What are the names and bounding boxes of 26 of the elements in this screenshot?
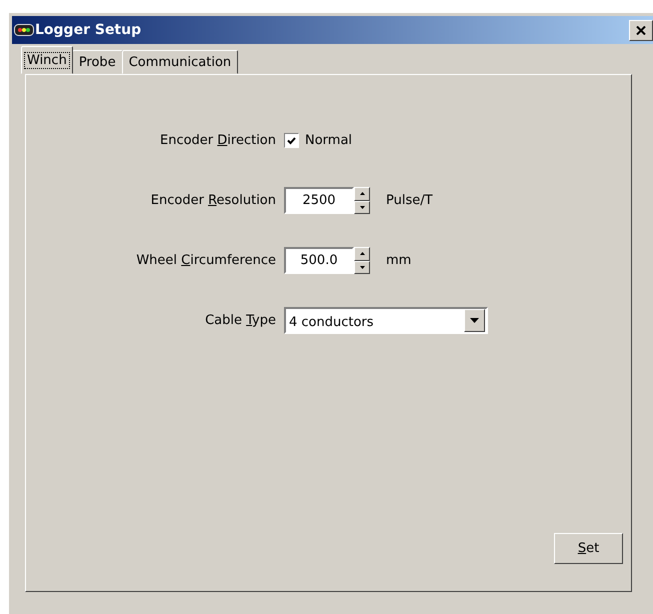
unit-label: mm	[386, 253, 412, 268]
up-arrow-icon	[360, 252, 364, 256]
checkbox-label: Normal	[305, 133, 352, 148]
close-button[interactable]	[629, 20, 653, 40]
dropdown-arrow-icon	[470, 318, 479, 323]
down-arrow-icon	[360, 206, 364, 209]
field-label: Encoder Resolution	[150, 193, 277, 208]
spin-buttons[interactable]	[354, 247, 370, 274]
field-label: Encoder Direction	[158, 133, 277, 148]
app-icon	[14, 24, 34, 36]
close-icon	[636, 26, 646, 34]
spin-buttons[interactable]	[354, 187, 370, 214]
checkbox[interactable]	[284, 133, 299, 148]
tab[interactable]: Winch	[21, 46, 73, 74]
window-title: Logger Setup	[35, 22, 142, 38]
check-icon	[287, 136, 296, 144]
field-label: Cable Type	[204, 313, 277, 328]
down-arrow-icon	[360, 266, 364, 269]
field-label: Wheel Circumference	[135, 253, 277, 268]
number-field[interactable]: 500.0	[284, 247, 354, 274]
set-button[interactable]: Set	[554, 533, 623, 564]
number-field[interactable]: 2500	[284, 187, 354, 214]
tab[interactable]: Communication	[122, 50, 238, 74]
dropdown[interactable]: 4 conductors	[284, 307, 488, 334]
up-arrow-icon	[360, 192, 364, 196]
unit-label: Pulse/T	[386, 193, 433, 208]
